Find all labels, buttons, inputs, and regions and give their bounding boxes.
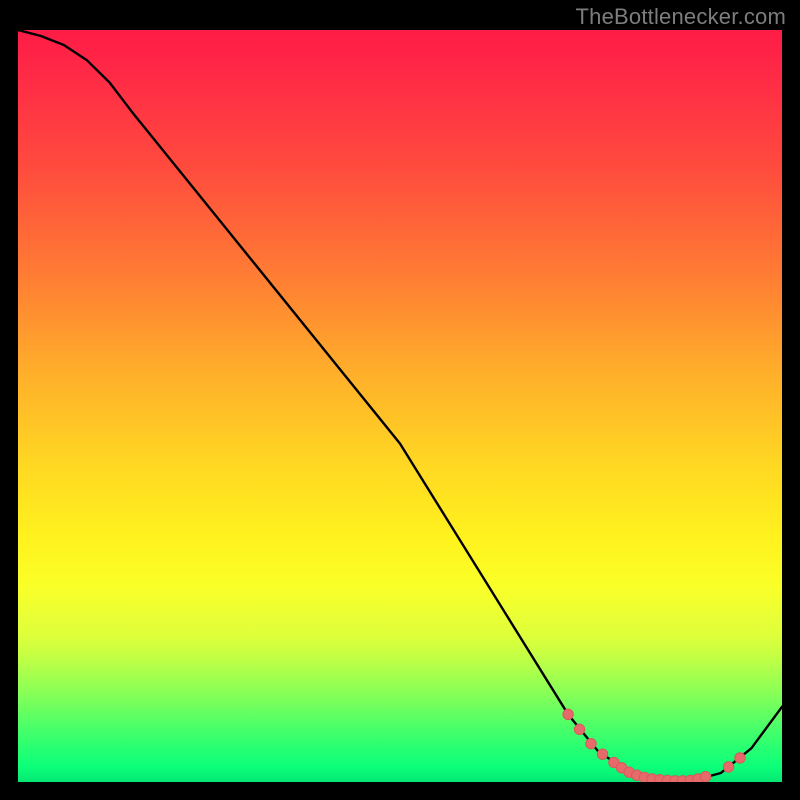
- chart-plot-area: [18, 30, 782, 782]
- chart-dot: [574, 724, 584, 734]
- chart-curve: [18, 30, 782, 781]
- chart-dot: [735, 753, 745, 763]
- watermark-text: TheBottlenecker.com: [576, 4, 786, 30]
- chart-dots: [563, 709, 745, 782]
- chart-dot: [723, 762, 733, 772]
- chart-dot: [586, 738, 596, 748]
- chart-dot: [563, 709, 573, 719]
- chart-dot: [700, 772, 710, 782]
- chart-frame: TheBottlenecker.com: [0, 0, 800, 800]
- chart-svg: [18, 30, 782, 782]
- chart-dot: [597, 749, 607, 759]
